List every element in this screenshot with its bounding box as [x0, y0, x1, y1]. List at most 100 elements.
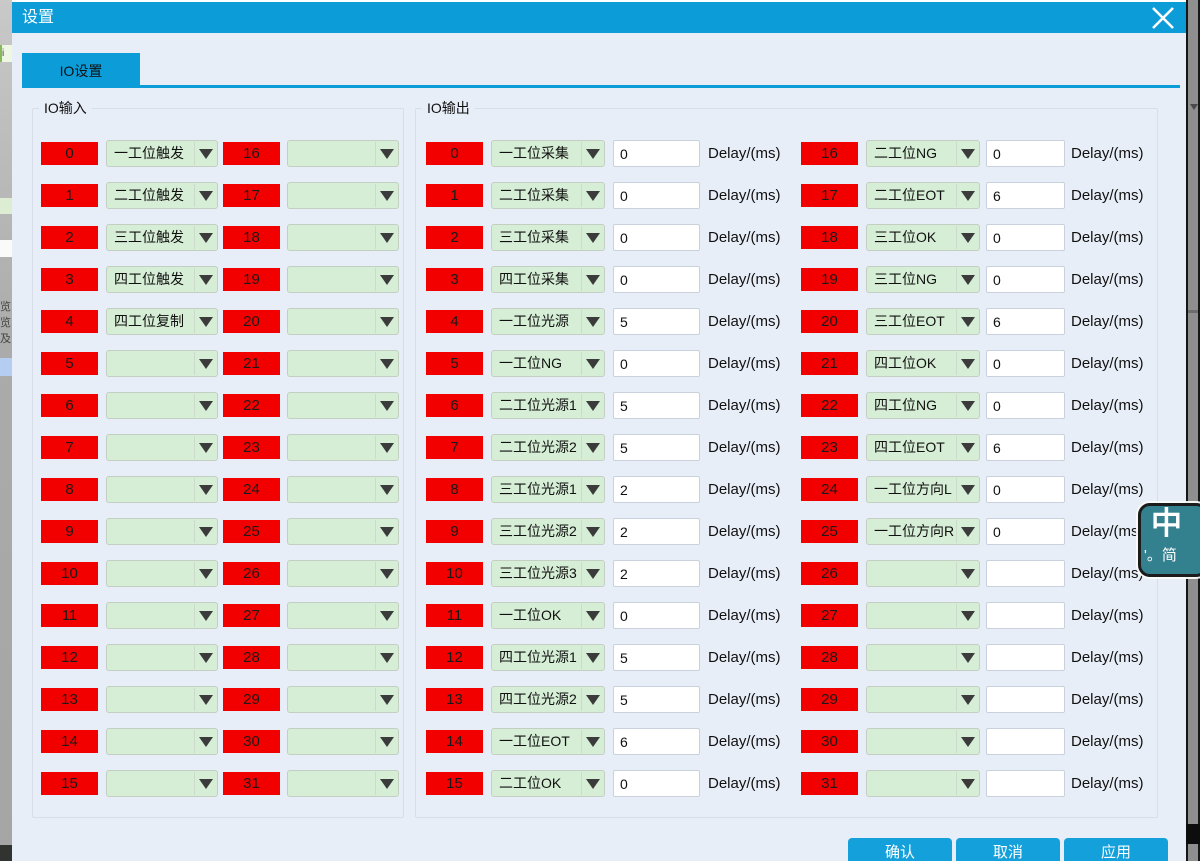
io-input-select[interactable] [287, 728, 399, 755]
delay-input[interactable] [986, 392, 1065, 419]
io-input-select[interactable]: 二工位触发 [106, 182, 218, 209]
io-input-select[interactable] [106, 518, 218, 545]
io-input-select[interactable] [287, 266, 399, 293]
io-output-select[interactable]: 一工位光源 [491, 308, 605, 335]
delay-input[interactable] [613, 224, 700, 251]
io-input-select[interactable] [287, 350, 399, 377]
delay-input[interactable] [613, 644, 700, 671]
io-output-select[interactable]: 二工位NG [866, 140, 980, 167]
io-input-select[interactable] [287, 560, 399, 587]
io-output-select[interactable]: 二工位光源1 [491, 392, 605, 419]
io-output-select[interactable]: 三工位光源1 [491, 476, 605, 503]
apply-button[interactable]: 应用 [1064, 838, 1168, 861]
delay-input[interactable] [613, 728, 700, 755]
io-output-select[interactable]: 一工位OK [491, 602, 605, 629]
io-output-select[interactable]: 一工位NG [491, 350, 605, 377]
delay-input[interactable] [986, 476, 1065, 503]
io-input-select[interactable] [106, 770, 218, 797]
io-input-select[interactable] [106, 560, 218, 587]
delay-input[interactable] [986, 434, 1065, 461]
delay-input[interactable] [613, 392, 700, 419]
io-input-select[interactable]: 三工位触发 [106, 224, 218, 251]
delay-input[interactable] [613, 560, 700, 587]
delay-input[interactable] [613, 770, 700, 797]
io-output-select[interactable]: 四工位NG [866, 392, 980, 419]
delay-input[interactable] [613, 518, 700, 545]
cancel-button[interactable]: 取消 [956, 838, 1060, 861]
io-output-select[interactable]: 四工位光源1 [491, 644, 605, 671]
io-output-select[interactable]: 三工位NG [866, 266, 980, 293]
dialog-titlebar[interactable]: 设置 [12, 2, 1186, 33]
io-output-select[interactable]: 三工位光源3 [491, 560, 605, 587]
delay-input[interactable] [986, 266, 1065, 293]
io-input-select[interactable] [106, 350, 218, 377]
io-input-select[interactable] [287, 770, 399, 797]
delay-input[interactable] [613, 350, 700, 377]
delay-input[interactable] [986, 728, 1065, 755]
io-input-select[interactable] [106, 476, 218, 503]
io-input-select[interactable]: 一工位触发 [106, 140, 218, 167]
io-input-select[interactable]: 四工位触发 [106, 266, 218, 293]
io-output-select[interactable]: 四工位采集 [491, 266, 605, 293]
ime-indicator[interactable]: 中 '。简 [1138, 503, 1200, 577]
delay-input[interactable] [986, 602, 1065, 629]
io-output-select[interactable]: 三工位EOT [866, 308, 980, 335]
io-input-select[interactable] [287, 476, 399, 503]
io-output-select[interactable]: 一工位方向R [866, 518, 980, 545]
io-output-select[interactable] [866, 686, 980, 713]
io-input-select[interactable] [287, 140, 399, 167]
io-output-select[interactable]: 一工位方向L [866, 476, 980, 503]
io-input-select[interactable] [287, 224, 399, 251]
io-output-select[interactable]: 三工位OK [866, 224, 980, 251]
delay-input[interactable] [613, 182, 700, 209]
io-output-select[interactable]: 二工位光源2 [491, 434, 605, 461]
io-input-select[interactable] [287, 602, 399, 629]
io-output-select[interactable]: 四工位光源2 [491, 686, 605, 713]
confirm-button[interactable]: 确认 [848, 838, 952, 861]
delay-input[interactable] [613, 140, 700, 167]
io-output-select[interactable] [866, 644, 980, 671]
io-output-select[interactable] [866, 728, 980, 755]
io-input-select[interactable] [106, 686, 218, 713]
delay-input[interactable] [986, 350, 1065, 377]
io-output-select[interactable]: 二工位OK [491, 770, 605, 797]
delay-input[interactable] [613, 308, 700, 335]
io-output-select[interactable]: 三工位采集 [491, 224, 605, 251]
io-input-select[interactable] [287, 392, 399, 419]
io-input-select[interactable] [106, 728, 218, 755]
delay-input[interactable] [986, 686, 1065, 713]
delay-input[interactable] [613, 266, 700, 293]
io-output-select[interactable] [866, 602, 980, 629]
io-output-select[interactable]: 二工位采集 [491, 182, 605, 209]
io-output-select[interactable]: 三工位光源2 [491, 518, 605, 545]
delay-input[interactable] [986, 560, 1065, 587]
io-output-select[interactable] [866, 560, 980, 587]
io-input-select[interactable] [287, 434, 399, 461]
delay-input[interactable] [613, 434, 700, 461]
delay-input[interactable] [986, 308, 1065, 335]
delay-input[interactable] [986, 140, 1065, 167]
delay-input[interactable] [986, 770, 1065, 797]
close-button[interactable] [1146, 4, 1180, 32]
app-scrollbar[interactable] [1188, 0, 1198, 861]
io-input-select[interactable] [106, 434, 218, 461]
delay-input[interactable] [613, 686, 700, 713]
io-output-select[interactable]: 二工位EOT [866, 182, 980, 209]
io-input-select[interactable] [287, 182, 399, 209]
io-output-select[interactable] [866, 770, 980, 797]
delay-input[interactable] [986, 518, 1065, 545]
io-input-select[interactable] [287, 308, 399, 335]
io-input-select[interactable] [287, 686, 399, 713]
io-input-select[interactable]: 四工位复制 [106, 308, 218, 335]
io-input-select[interactable] [287, 518, 399, 545]
delay-input[interactable] [613, 602, 700, 629]
io-output-select[interactable]: 四工位OK [866, 350, 980, 377]
io-input-select[interactable] [106, 602, 218, 629]
io-output-select[interactable]: 一工位采集 [491, 140, 605, 167]
delay-input[interactable] [613, 476, 700, 503]
delay-input[interactable] [986, 644, 1065, 671]
io-output-select[interactable]: 一工位EOT [491, 728, 605, 755]
tab-io-settings[interactable]: IO设置 [22, 53, 140, 88]
delay-input[interactable] [986, 224, 1065, 251]
io-input-select[interactable] [287, 644, 399, 671]
